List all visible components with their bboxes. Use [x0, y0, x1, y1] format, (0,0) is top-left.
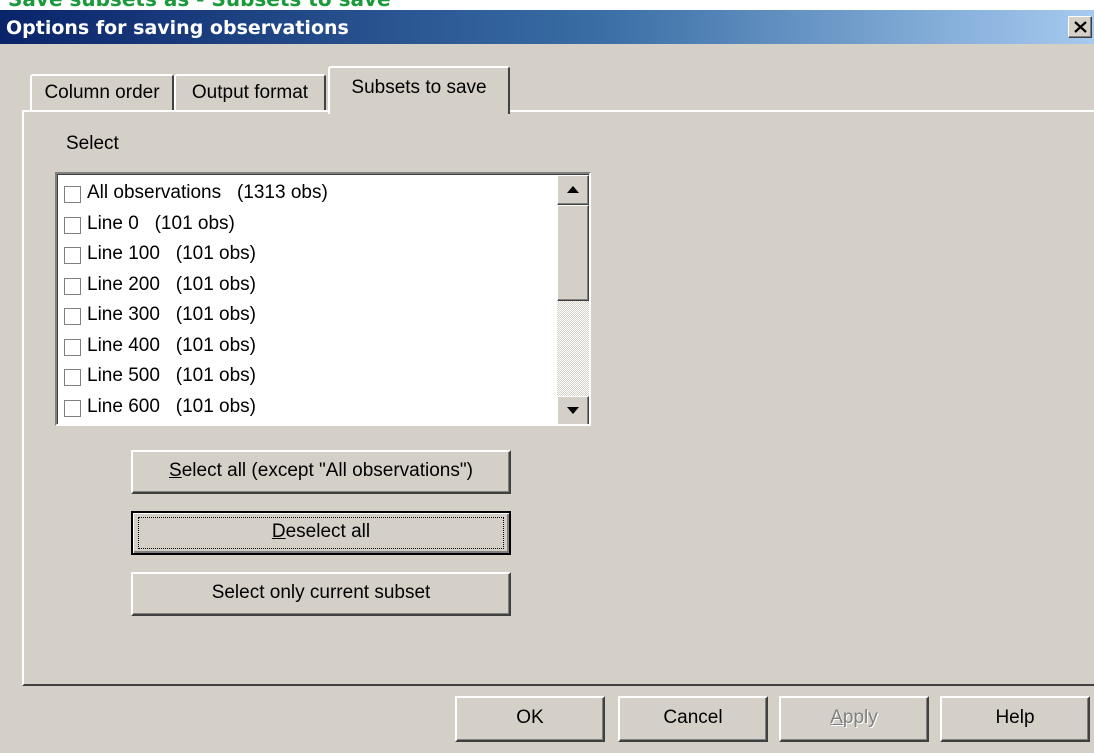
help-label: Help	[995, 707, 1035, 728]
arrow-down-icon	[567, 407, 579, 414]
scroll-thumb[interactable]	[557, 205, 589, 301]
tab-output-format-label: Output format	[191, 82, 309, 103]
checkbox[interactable]	[64, 216, 81, 234]
list-item-label: Line 0 (101 obs)	[87, 212, 235, 234]
apply-button[interactable]: Apply	[779, 696, 929, 742]
list-item[interactable]: Line 0 (101 obs)	[64, 210, 554, 241]
select-all-mnemonic: S	[169, 460, 182, 481]
scroll-up-button[interactable]	[557, 175, 589, 205]
list-item-label: Line 200 (101 obs)	[87, 273, 257, 295]
page-header: Save subsets as - Subsets to save	[0, 0, 1094, 10]
list-item[interactable]: Line 500 (101 obs)	[64, 362, 554, 393]
list-item[interactable]: Line 300 (101 obs)	[64, 301, 554, 332]
close-button[interactable]	[1068, 16, 1092, 38]
tab-column-order[interactable]: Column order	[30, 74, 174, 110]
checkbox[interactable]	[64, 338, 81, 356]
title-bar: Options for saving observations	[0, 10, 1094, 44]
checkbox[interactable]	[64, 399, 81, 417]
tab-column-order-label: Column order	[44, 82, 160, 103]
subsets-listbox[interactable]: All observations (1313 obs) Line 0 (101 …	[55, 172, 591, 426]
deselect-all-button[interactable]: Deselect all	[131, 511, 511, 555]
tab-output-format[interactable]: Output format	[174, 74, 326, 110]
list-item-label: Line 300 (101 obs)	[87, 304, 257, 325]
list-item[interactable]: Line 400 (101 obs)	[64, 332, 554, 363]
list-item[interactable]: Line 100 (101 obs)	[64, 240, 554, 271]
page-header-text: Save subsets as - Subsets to save	[8, 0, 391, 10]
list-item-label: All observations (1313 obs)	[87, 182, 328, 203]
select-current-subset-button[interactable]: Select only current subset	[131, 572, 511, 616]
window-title: Options for saving observations	[6, 17, 349, 39]
arrow-up-icon	[567, 186, 579, 193]
list-item[interactable]: Line 200 (101 obs)	[64, 271, 554, 302]
select-all-button[interactable]: Select all (except "All observations")	[131, 450, 511, 494]
cancel-button[interactable]: Cancel	[618, 696, 768, 742]
checkbox[interactable]	[64, 277, 81, 295]
select-all-label: elect all (except "All observations")	[181, 460, 473, 481]
select-current-subset-label: Select only current subset	[211, 582, 431, 603]
ok-label: OK	[516, 707, 544, 728]
vertical-scrollbar[interactable]	[557, 175, 589, 424]
tab-subsets-to-save-label: Subsets to save	[351, 77, 487, 98]
checkbox[interactable]	[64, 369, 81, 386]
list-item[interactable]: Line 600 (101 obs)	[64, 393, 554, 424]
cancel-label: Cancel	[663, 707, 723, 728]
deselect-all-mnemonic: D	[271, 521, 286, 542]
list-item[interactable]: All observations (1313 obs)	[64, 179, 554, 210]
select-label: Select	[66, 133, 119, 154]
apply-label: pply	[842, 707, 878, 728]
checkbox[interactable]	[64, 186, 81, 203]
close-icon	[1074, 21, 1087, 33]
checkbox[interactable]	[64, 308, 81, 325]
list-item-label: Line 600 (101 obs)	[87, 395, 257, 417]
list-item-label: Line 100 (101 obs)	[87, 243, 257, 264]
deselect-all-label: eselect all	[285, 521, 371, 542]
ok-button[interactable]: OK	[455, 696, 605, 742]
tab-subsets-to-save[interactable]: Subsets to save	[328, 66, 510, 114]
list-item-label: Line 400 (101 obs)	[87, 334, 257, 356]
scroll-down-button[interactable]	[557, 396, 589, 424]
help-button[interactable]: Help	[940, 696, 1090, 742]
apply-mnemonic: A	[830, 707, 843, 728]
list-item-label: Line 500 (101 obs)	[87, 365, 257, 386]
checkbox[interactable]	[64, 247, 81, 264]
